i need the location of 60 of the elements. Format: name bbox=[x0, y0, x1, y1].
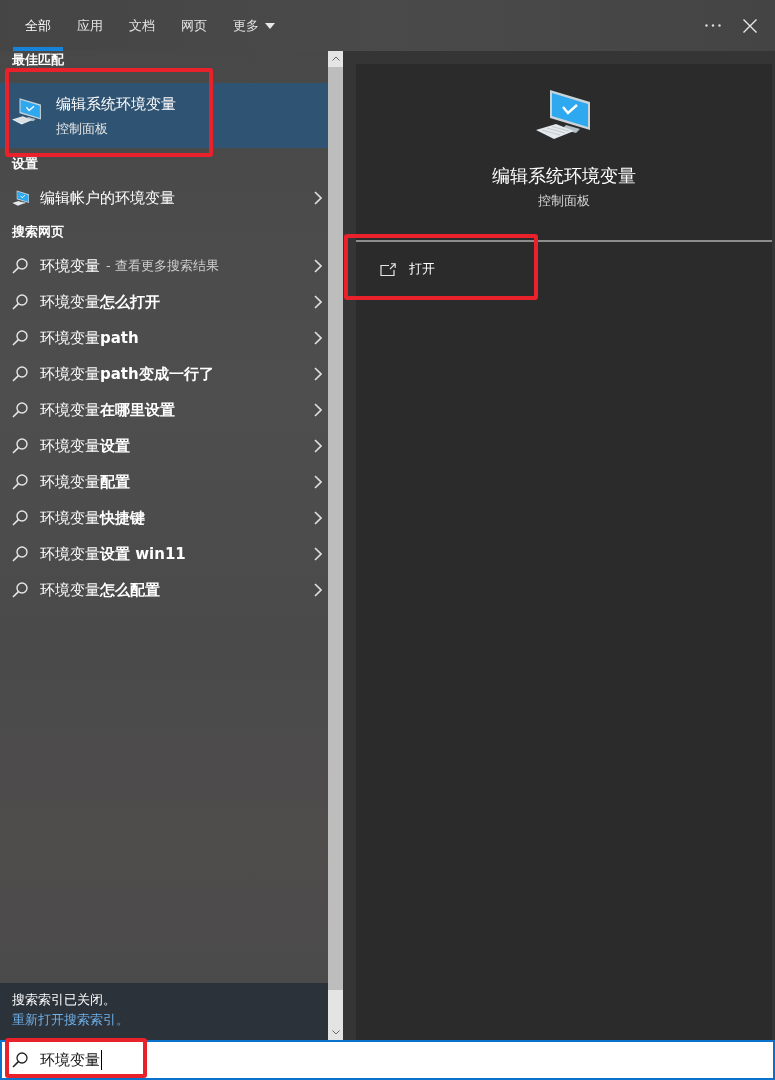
chevron-right-icon[interactable] bbox=[314, 403, 322, 417]
result-text[interactable]: 环境变量 bbox=[40, 256, 100, 276]
notice-text: 搜索索引已关闭。 bbox=[12, 991, 117, 1009]
arrow-up-icon[interactable] bbox=[331, 56, 340, 61]
result-text[interactable]: 环境变量怎么打开 bbox=[40, 292, 160, 312]
computer-icon bbox=[12, 190, 30, 206]
computer-icon bbox=[12, 97, 42, 125]
close-icon bbox=[743, 18, 757, 33]
chevron-right-icon[interactable] bbox=[314, 331, 322, 345]
chevron-right-icon[interactable] bbox=[314, 259, 322, 273]
result-text[interactable]: 环境变量设置 bbox=[40, 436, 130, 456]
open-action[interactable]: 打开 bbox=[356, 251, 435, 287]
search-icon bbox=[12, 546, 28, 562]
chevron-right-icon[interactable] bbox=[314, 367, 322, 381]
chevron-right-icon[interactable] bbox=[314, 439, 322, 453]
result-text[interactable]: 编辑帐户的环境变量 bbox=[40, 188, 175, 208]
search-icon bbox=[12, 294, 28, 310]
search-icon bbox=[12, 330, 28, 346]
chevron-right-icon[interactable] bbox=[314, 583, 322, 597]
result-text[interactable]: 环境变量在哪里设置 bbox=[40, 400, 175, 420]
tab[interactable]: 应用 bbox=[65, 0, 115, 51]
section-heading: 搜索网页 bbox=[11, 224, 65, 240]
search-icon bbox=[12, 510, 28, 526]
result-text[interactable]: 环境变量配置 bbox=[40, 472, 130, 492]
tab[interactable]: 网页 bbox=[169, 0, 219, 51]
search-query: 环境变量 bbox=[40, 1050, 100, 1070]
result-text[interactable]: 环境变量path变成一行了 bbox=[40, 364, 214, 384]
search-icon bbox=[12, 582, 28, 598]
search-icon bbox=[12, 366, 28, 382]
chevron-right-icon[interactable] bbox=[314, 475, 322, 489]
tab[interactable]: 更多 bbox=[221, 0, 287, 51]
best-match-item[interactable]: 编辑系统环境变量 控制面板 bbox=[0, 83, 328, 148]
section-heading: 最佳匹配 bbox=[11, 52, 65, 68]
preview-subtitle: 控制面板 bbox=[538, 193, 590, 209]
text-cursor bbox=[101, 1050, 102, 1070]
result-text[interactable]: 环境变量快捷键 bbox=[40, 508, 145, 528]
result-text[interactable]: 环境变量path bbox=[40, 328, 139, 348]
search-icon bbox=[12, 1052, 28, 1068]
search-icon bbox=[12, 474, 28, 490]
search-icon bbox=[12, 258, 28, 274]
search-field[interactable]: 环境变量 bbox=[0, 1040, 775, 1080]
reopen-index-link[interactable]: 重新打开搜索索引。 bbox=[12, 1010, 129, 1030]
preview-title: 编辑系统环境变量 bbox=[492, 165, 636, 187]
chevron-right-icon[interactable] bbox=[314, 191, 322, 205]
search-icon bbox=[12, 402, 28, 418]
section-heading: 设置 bbox=[11, 156, 39, 172]
chevron-right-icon[interactable] bbox=[314, 511, 322, 525]
result-text[interactable]: 环境变量设置 win11 bbox=[40, 544, 186, 564]
result-hint: - 查看更多搜索结果 bbox=[106, 257, 219, 275]
result-text[interactable]: 环境变量怎么配置 bbox=[40, 580, 160, 600]
more-options-icon bbox=[705, 24, 721, 27]
search-icon bbox=[12, 438, 28, 454]
chevron-right-icon[interactable] bbox=[314, 295, 322, 309]
open-external-icon bbox=[380, 262, 396, 276]
tab[interactable]: 文档 bbox=[117, 0, 167, 51]
chevron-right-icon[interactable] bbox=[314, 547, 322, 561]
result-subtitle: 控制面板 bbox=[56, 121, 109, 137]
arrow-down-icon[interactable] bbox=[331, 1030, 340, 1035]
computer-icon bbox=[536, 88, 592, 140]
result-title: 编辑系统环境变量 bbox=[56, 95, 176, 113]
